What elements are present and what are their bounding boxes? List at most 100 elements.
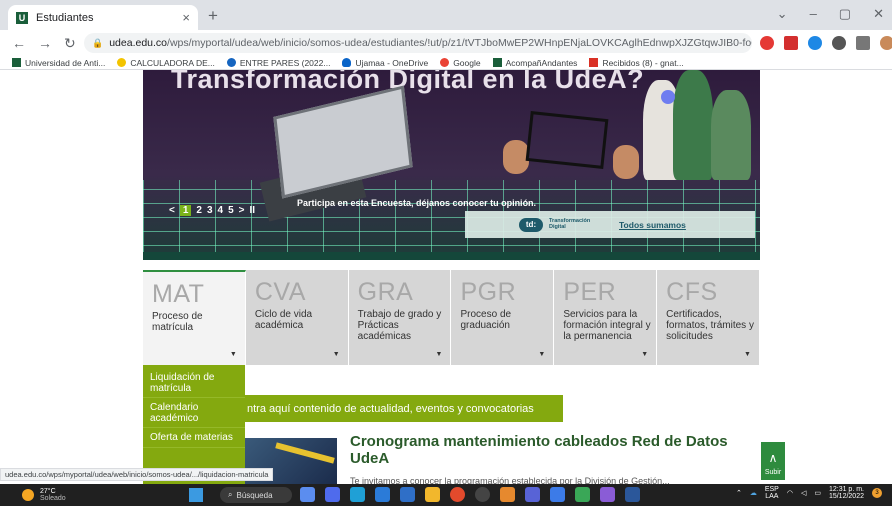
task-view-icon[interactable]: [300, 487, 315, 502]
minimize-button[interactable]: –: [810, 6, 817, 22]
bookmark-item[interactable]: Google: [440, 58, 481, 68]
bookmark-item[interactable]: CALCULADORA DE...: [117, 58, 215, 68]
nav-item-gra[interactable]: GRA Trabajo de grado y Prácticas académi…: [348, 270, 452, 365]
mail-icon[interactable]: [400, 487, 415, 502]
app-icon[interactable]: [475, 487, 490, 502]
bookmarks-bar: Universidad de Anti... CALCULADORA DE...…: [0, 56, 892, 70]
nav-code: CVA: [254, 278, 306, 306]
menu-item-oferta[interactable]: Oferta de materias: [143, 428, 245, 448]
clock[interactable]: 12:31 p. m. 15/12/2022: [829, 486, 864, 501]
nav-code: GRA: [357, 278, 414, 306]
bookmark-item[interactable]: Universidad de Anti...: [12, 58, 105, 68]
taskbar-apps: [300, 487, 640, 502]
carousel-next-button[interactable]: >: [239, 205, 245, 216]
lock-icon[interactable]: 🔒: [92, 38, 103, 49]
carousel-page-3[interactable]: 3: [207, 205, 213, 216]
extensions-puzzle-icon[interactable]: [832, 36, 846, 50]
weather-widget[interactable]: 27°C Soleado: [22, 488, 66, 503]
td-promo-box[interactable]: td: Transformación Digital Todos sumamos: [465, 211, 755, 238]
sidebar-icon[interactable]: [856, 36, 870, 50]
carousel-page-5[interactable]: 5: [228, 205, 234, 216]
windows-start-icon[interactable]: [189, 488, 203, 502]
profile-avatar[interactable]: [880, 36, 892, 50]
carousel-pause-button[interactable]: II: [250, 205, 256, 216]
td-label: Transformación Digital: [549, 217, 591, 230]
taskbar-search[interactable]: ⌕ Búsqueda: [220, 487, 292, 503]
caret-down-icon[interactable]: ▼: [744, 351, 751, 358]
bookmark-item[interactable]: ENTRE PARES (2022...: [226, 58, 330, 68]
chevron-up-icon[interactable]: ⌃: [736, 489, 742, 497]
carousel-prev-button[interactable]: <: [169, 205, 175, 216]
carousel-page-2[interactable]: 2: [196, 205, 202, 216]
people-image: [633, 70, 760, 180]
forward-icon[interactable]: →: [38, 35, 52, 51]
gmail-icon: [589, 58, 599, 67]
maximize-button[interactable]: ▢: [839, 6, 851, 22]
volume-icon[interactable]: ◁: [801, 489, 806, 497]
teams-chat-icon[interactable]: [325, 487, 340, 502]
banner-title: Transformación Digital en la UdeA?: [171, 70, 645, 94]
bookmark-item[interactable]: Ujamaa - OneDrive: [342, 58, 428, 68]
nav-code: CFS: [666, 278, 718, 306]
url-host: udea.edu.co: [109, 37, 168, 49]
news-banner[interactable]: ntra aquí contenido de actualidad, event…: [245, 395, 563, 422]
nav-code: PGR: [460, 278, 517, 306]
teams-icon[interactable]: [525, 487, 540, 502]
extensions: [760, 36, 892, 50]
app-icon[interactable]: [550, 487, 565, 502]
url-path: /wps/myportal/udea/web/inicio/somos-udea…: [167, 37, 752, 49]
hero-banner[interactable]: Transformación Digital en la UdeA? < 1 2…: [143, 70, 760, 260]
carousel-page-4[interactable]: 4: [218, 205, 224, 216]
caret-down-icon[interactable]: ▼: [333, 351, 340, 358]
nav-desc: Ciclo de vida académica: [254, 309, 313, 331]
nav-item-pgr[interactable]: PGR Proceso de graduación ▼: [451, 270, 555, 365]
word-icon[interactable]: [625, 487, 640, 502]
caret-down-icon[interactable]: ▼: [641, 351, 648, 358]
extension-icon[interactable]: [784, 36, 798, 50]
url-input[interactable]: 🔒 udea.edu.co/wps/myportal/udea/web/inic…: [84, 33, 752, 53]
poll-invitation[interactable]: Participa en esta Encuesta, déjanos cono…: [297, 198, 536, 208]
caret-down-icon[interactable]: ▼: [230, 351, 237, 358]
edge-icon[interactable]: [350, 487, 365, 502]
close-tab-icon[interactable]: ×: [182, 10, 190, 25]
temperature: 27°C: [40, 487, 56, 495]
nav-desc: Proceso de matrícula: [152, 311, 203, 333]
notification-badge[interactable]: 3: [872, 488, 882, 499]
bookmark-item[interactable]: AcompañAndantes: [492, 58, 577, 68]
nav-item-per[interactable]: PER Servicios para la formación integral…: [554, 270, 658, 365]
extension-icon[interactable]: [808, 36, 822, 50]
nav-item-mat[interactable]: MAT Proceso de matrícula ▼: [143, 270, 246, 365]
wifi-icon[interactable]: ◠: [787, 489, 793, 497]
back-icon[interactable]: ←: [12, 35, 26, 51]
nav-item-cva[interactable]: CVA Ciclo de vida académica ▼: [245, 270, 349, 365]
carousel-page-1[interactable]: 1: [179, 205, 192, 216]
news-title-link[interactable]: Cronograma mantenimiento cableados Red d…: [350, 433, 740, 468]
file-explorer-icon[interactable]: [425, 487, 440, 502]
browser-tab[interactable]: U Estudiantes ×: [8, 5, 198, 30]
bookmark-item[interactable]: Recibidos (8) - gnat...: [589, 58, 684, 68]
nav-item-cfs[interactable]: CFS Certificados, formatos, trámites y s…: [657, 270, 760, 365]
mat-dropdown-menu: Liquidación de matrícula Calendario acad…: [143, 365, 245, 484]
app-icon[interactable]: [500, 487, 515, 502]
close-window-button[interactable]: ✕: [873, 6, 884, 22]
window-controls: ⌄ – ▢ ✕: [777, 6, 884, 22]
caret-down-icon[interactable]: ▼: [538, 351, 545, 358]
battery-icon[interactable]: ▭: [814, 489, 821, 497]
chrome-icon[interactable]: [450, 487, 465, 502]
language-indicator[interactable]: ESP LAA: [765, 486, 779, 501]
new-tab-button[interactable]: +: [208, 6, 218, 26]
todos-sumamos-link[interactable]: Todos sumamos: [619, 220, 686, 230]
menu-item-liquidacion[interactable]: Liquidación de matrícula: [143, 365, 245, 398]
td-logo: td:: [519, 217, 543, 232]
reload-icon[interactable]: ↻: [64, 35, 76, 52]
calendar-icon[interactable]: [375, 487, 390, 502]
app-icon[interactable]: [575, 487, 590, 502]
caret-down-icon[interactable]: ▼: [436, 351, 443, 358]
adblock-extension-icon[interactable]: [760, 36, 774, 50]
menu-item-calendario[interactable]: Calendario académico: [143, 398, 245, 428]
scroll-top-button[interactable]: ∧ Subir: [761, 442, 785, 480]
app-icon[interactable]: [600, 487, 615, 502]
nav-desc: Trabajo de grado y Prácticas académicas: [357, 309, 442, 342]
tab-search-icon[interactable]: ⌄: [777, 6, 788, 22]
onedrive-icon[interactable]: ☁: [750, 489, 757, 497]
